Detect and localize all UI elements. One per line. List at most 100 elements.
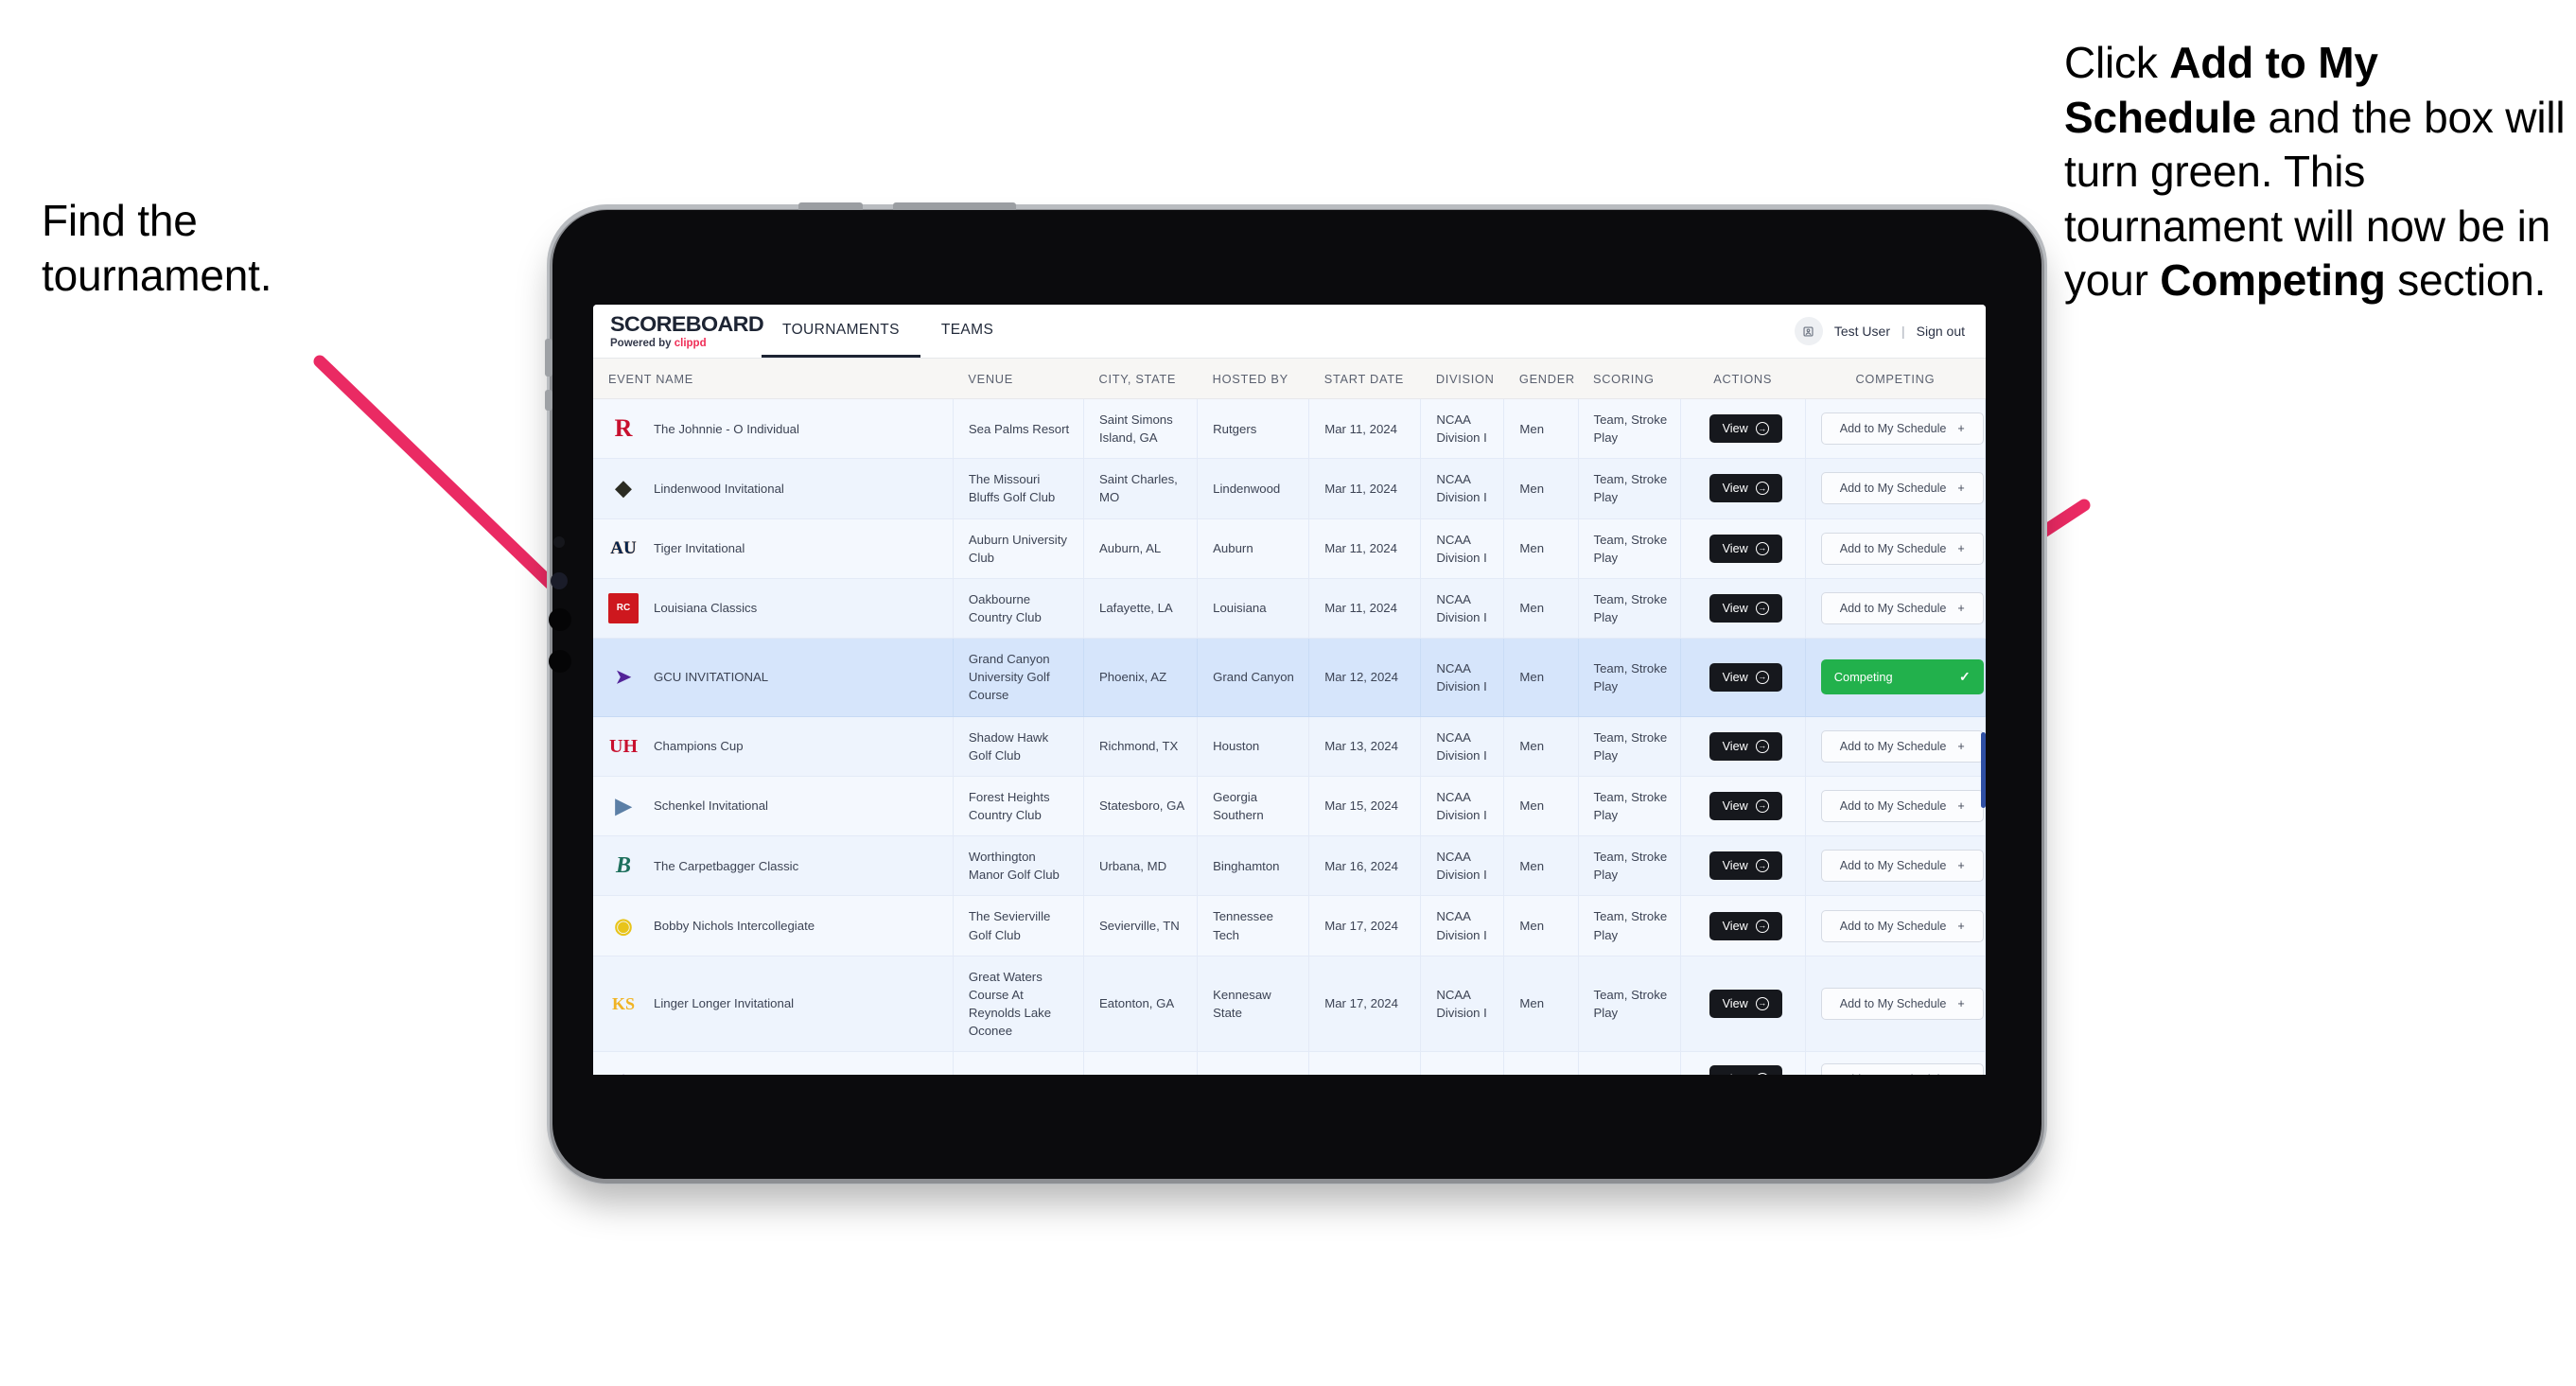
cell-actions: View → [1680, 835, 1806, 897]
cell-city-state: Greenville, NC [1083, 1051, 1199, 1075]
cell-venue: The Missouri Bluffs Golf Club [953, 458, 1085, 519]
annotation-right-post: section. [2385, 255, 2547, 305]
col-competing[interactable]: COMPETING [1805, 359, 1986, 399]
device-speaker-hole-lower [549, 650, 571, 673]
user-badge-icon[interactable] [1794, 317, 1823, 345]
col-actions[interactable]: ACTIONS [1680, 359, 1806, 399]
cell-division: NCAA Division I [1420, 956, 1505, 1053]
check-icon: ✓ [1959, 669, 1971, 685]
cell-division: NCAA Division I [1420, 458, 1505, 519]
view-button-label: View [1723, 1073, 1748, 1075]
tennessee-tech-eagle-logo: ◉ [614, 913, 633, 938]
screenshot-root: Find the tournament. Click Add to My Sch… [0, 0, 2576, 1386]
add-to-my-schedule-button[interactable]: Add to My Schedule + [1820, 1063, 1984, 1075]
cell-start-date: Mar 17, 2024 [1308, 956, 1422, 1053]
add-to-my-schedule-button[interactable]: Add to My Schedule + [1820, 532, 1984, 565]
table-row[interactable]: AU Tiger Invitational Auburn University Cl… [593, 518, 1986, 579]
cell-event-name: RC Louisiana Classics [593, 578, 954, 640]
col-scoring[interactable]: SCORING [1578, 359, 1681, 399]
cell-scoring: Team, Stroke Play [1578, 638, 1681, 717]
competing-button[interactable]: Competing ✓ [1820, 659, 1984, 695]
add-to-my-schedule-button[interactable]: Add to My Schedule + [1820, 909, 1984, 942]
auburn-au-logo: AU [610, 538, 637, 559]
add-to-my-schedule-button[interactable]: Add to My Schedule + [1820, 850, 1984, 883]
cell-city-state: Lafayette, LA [1083, 578, 1199, 640]
event-name-text: Schenkel Invitational [654, 798, 768, 814]
event-name-text: The Johnnie - O Individual [654, 421, 799, 436]
cell-venue: Oakbourne Country Club [953, 578, 1085, 640]
table-row[interactable]: UH Champions Cup Shadow Hawk Golf Club Rich… [593, 716, 1986, 777]
brand-logo[interactable]: SCOREBOARD Powered by clippd [593, 305, 764, 358]
arrow-right-circle-icon: → [1755, 482, 1769, 496]
table-row[interactable]: RC Louisiana Classics Oakbourne Country Cl… [593, 578, 1986, 640]
cell-event-name: KS Linger Longer Invitational [593, 956, 954, 1053]
cell-competing: Add to My Schedule + [1805, 518, 1986, 579]
add-to-my-schedule-button[interactable]: Add to My Schedule + [1820, 987, 1984, 1020]
annotation-find-tournament: Find the tournament. [42, 194, 439, 303]
tournaments-table-scroll-area[interactable]: EVENT NAME VENUE CITY, STATE HOSTED BY S… [593, 359, 1986, 1075]
cell-competing: Add to My Schedule + [1805, 458, 1986, 519]
view-button[interactable]: View → [1709, 534, 1782, 563]
add-to-my-schedule-label: Add to My Schedule [1839, 859, 1947, 873]
add-to-my-schedule-button[interactable]: Add to My Schedule + [1820, 412, 1984, 446]
annotation-left-line2: tournament. [42, 250, 272, 300]
cell-hosted-by: Houston [1197, 716, 1310, 777]
view-button[interactable]: View → [1709, 474, 1782, 503]
add-to-my-schedule-button[interactable]: Add to My Schedule + [1820, 591, 1984, 624]
table-row[interactable]: ◆ Lindenwood Invitational The Missouri Blu… [593, 458, 1986, 519]
cell-start-date: Mar 11, 2024 [1308, 398, 1422, 460]
table-row[interactable]: B The Carpetbagger Classic Worthington Man… [593, 835, 1986, 897]
col-city-state[interactable]: CITY, STATE [1083, 359, 1198, 399]
view-button[interactable]: View → [1709, 731, 1782, 761]
view-button[interactable]: View → [1709, 1065, 1782, 1075]
view-button-label: View [1722, 601, 1748, 615]
cell-start-date: Mar 18, 2024 [1308, 1051, 1422, 1075]
col-hosted-by[interactable]: HOSTED BY [1197, 359, 1309, 399]
view-button[interactable]: View → [1709, 911, 1782, 940]
add-to-my-schedule-button[interactable]: Add to My Schedule + [1820, 789, 1984, 822]
tab-teams[interactable]: TEAMS [920, 305, 1014, 358]
cell-scoring: Team, Stroke Play [1578, 895, 1681, 956]
table-row[interactable]: ◉ Bobby Nichols Intercollegiate The Sevier… [593, 895, 1986, 956]
plus-icon: + [1957, 919, 1965, 933]
lindenwood-lion-logo: ◆ [615, 476, 632, 500]
table-row[interactable]: ▶ Schenkel Invitational Forest Heights Cou… [593, 776, 1986, 837]
col-gender[interactable]: GENDER [1503, 359, 1578, 399]
plus-icon: + [1957, 541, 1965, 555]
cell-division: NCAA Division I [1420, 638, 1505, 717]
tournaments-table: EVENT NAME VENUE CITY, STATE HOSTED BY S… [593, 359, 1986, 1075]
sign-out-link[interactable]: Sign out [1917, 324, 1965, 339]
cell-gender: Men [1503, 458, 1579, 519]
cell-city-state: Richmond, TX [1083, 716, 1199, 777]
cell-event-name: ◆ Lindenwood Invitational [593, 458, 954, 519]
app-screen: SCOREBOARD Powered by clippd TOURNAMENTS… [593, 305, 1986, 1075]
col-division[interactable]: DIVISION [1420, 359, 1504, 399]
cell-venue: Worthington Manor Golf Club [953, 835, 1085, 897]
add-to-my-schedule-button[interactable]: Add to My Schedule + [1820, 729, 1984, 763]
cell-hosted-by: Rutgers [1197, 398, 1310, 460]
col-event-name[interactable]: EVENT NAME [593, 359, 954, 399]
col-start-date[interactable]: START DATE [1308, 359, 1421, 399]
arrow-right-circle-icon: → [1755, 739, 1769, 753]
tab-tournaments[interactable]: TOURNAMENTS [762, 305, 920, 358]
add-to-my-schedule-label: Add to My Schedule [1839, 601, 1947, 615]
brand-clippd: clippd [674, 338, 707, 349]
add-to-my-schedule-button[interactable]: Add to My Schedule + [1820, 472, 1984, 505]
view-button[interactable]: View → [1709, 989, 1782, 1018]
view-button[interactable]: View → [1709, 662, 1782, 692]
table-row[interactable]: ➤ GCU INVITATIONAL Grand Canyon University… [593, 638, 1986, 717]
cell-hosted-by: Binghamton [1197, 835, 1310, 897]
view-button[interactable]: View → [1709, 851, 1782, 881]
cell-start-date: Mar 17, 2024 [1308, 895, 1422, 956]
col-venue[interactable]: VENUE [953, 359, 1084, 399]
table-row[interactable]: R The Johnnie - O Individual Sea Palms Res… [593, 398, 1986, 460]
table-row[interactable]: KS Linger Longer Invitational Great Waters… [593, 956, 1986, 1053]
cell-city-state: Eatonton, GA [1083, 956, 1199, 1053]
view-button[interactable]: View → [1709, 791, 1782, 820]
annotation-right-bold-competing: Competing [2160, 255, 2386, 305]
view-button[interactable]: View → [1709, 593, 1782, 623]
view-button[interactable]: View → [1709, 414, 1782, 444]
table-row[interactable]: ▲ ECU Intercollegiate Presented By Brook V… [593, 1051, 1986, 1075]
vertical-scrollbar-thumb[interactable] [1981, 732, 1986, 808]
cell-event-name: UH Champions Cup [593, 716, 954, 777]
